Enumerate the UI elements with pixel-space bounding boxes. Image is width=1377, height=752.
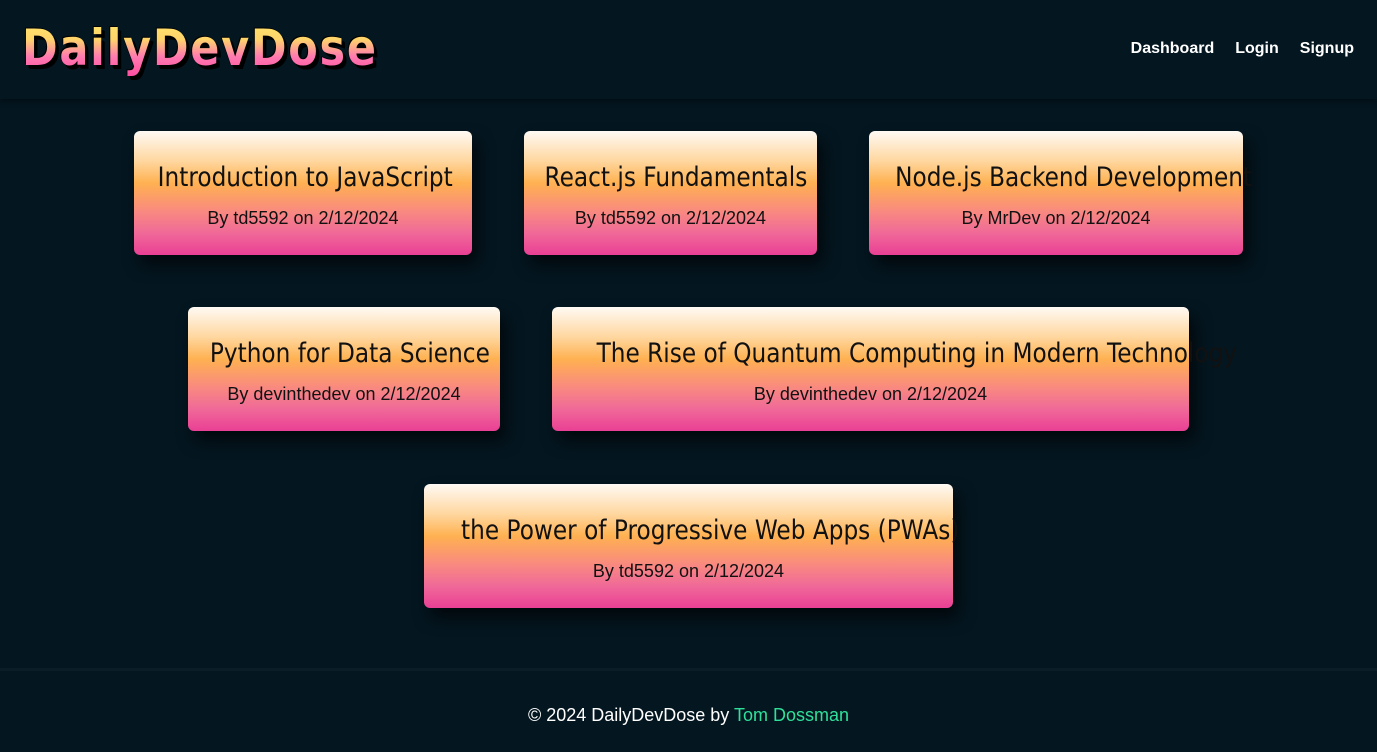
nav-dashboard-link[interactable]: Dashboard (1131, 40, 1215, 58)
post-title: Python for Data Science (209, 338, 490, 369)
post-title: Introduction to JavaScript (157, 162, 453, 193)
post-card[interactable]: the Power of Progressive Web Apps (PWAs)… (424, 484, 960, 608)
post-title: The Rise of Quantum Computing in Modern … (596, 338, 1238, 369)
nav-login-link[interactable]: Login (1235, 40, 1279, 58)
post-card[interactable]: Python for Data Science By devinthedev o… (188, 307, 500, 431)
post-title: Node.js Backend Development (895, 162, 1253, 193)
post-card[interactable]: Node.js Backend Development By MrDev on … (869, 131, 1253, 255)
site-footer: © 2024 DailyDevDose by Tom Dossman (0, 668, 1377, 752)
post-meta: By td5592 on 2/12/2024 (592, 561, 785, 581)
post-meta: By MrDev on 2/12/2024 (961, 208, 1151, 228)
post-meta: By td5592 on 2/12/2024 (207, 208, 399, 228)
site-logo[interactable]: DailyDevDose (22, 20, 378, 76)
footer-text: © 2024 DailyDevDose by Tom Dossman (0, 705, 1377, 726)
post-list: Introduction to JavaScript By td5592 on … (0, 99, 1377, 668)
post-card[interactable]: The Rise of Quantum Computing in Modern … (552, 307, 1238, 431)
post-title: the Power of Progressive Web Apps (PWAs) (461, 515, 960, 546)
nav-signup-link[interactable]: Signup (1300, 40, 1354, 58)
footer-copyright: © 2024 DailyDevDose by (527, 705, 734, 725)
post-card[interactable]: React.js Fundamentals By td5592 on 2/12/… (524, 131, 817, 255)
post-card[interactable]: Introduction to JavaScript By td5592 on … (134, 131, 472, 255)
main-nav: Dashboard Login Signup (1131, 40, 1354, 58)
post-meta: By devinthedev on 2/12/2024 (227, 384, 461, 404)
post-meta: By td5592 on 2/12/2024 (574, 208, 767, 228)
footer-author-link[interactable]: Tom Dossman (734, 705, 849, 725)
site-header: DailyDevDose Dashboard Login Signup (0, 0, 1377, 99)
post-meta: By devinthedev on 2/12/2024 (753, 384, 988, 404)
post-title: React.js Fundamentals (544, 162, 808, 193)
